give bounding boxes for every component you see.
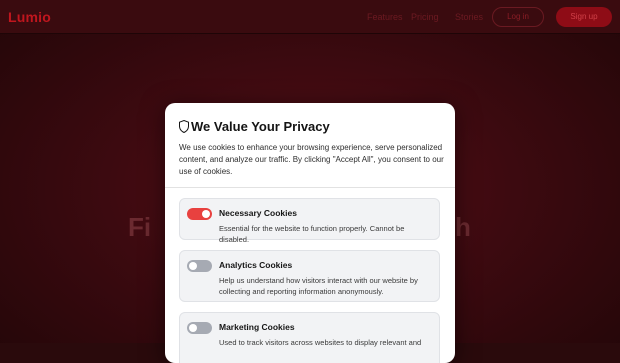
modal-description: We use cookies to enhance your browsing … (179, 143, 444, 176)
nav-link-pricing[interactable]: Pricing (411, 12, 439, 22)
nav-link-stories[interactable]: Stories (455, 12, 483, 22)
cookie-option-necessary: Necessary Cookies Essential for the webs… (179, 198, 440, 244)
site-logo: Lumio (8, 9, 51, 25)
option-title: Necessary Cookies (219, 208, 297, 218)
necessary-cookies-toggle[interactable] (187, 208, 212, 220)
login-button[interactable]: Log in (492, 7, 544, 27)
shield-icon (179, 120, 189, 133)
modal-title: We Value Your Privacy (191, 119, 330, 134)
cookie-option-marketing: Marketing Cookies Used to track visitors… (179, 312, 440, 363)
option-description: Help us understand how visitors interact… (219, 276, 418, 296)
marketing-cookies-toggle[interactable] (187, 322, 212, 334)
signup-button[interactable]: Sign up (556, 7, 612, 27)
top-nav: Lumio Features Pricing Stories Log in Si… (0, 0, 620, 34)
modal-header: We Value Your Privacy (179, 119, 441, 137)
option-description: Essential for the website to function pr… (219, 224, 405, 244)
toggle-knob (189, 324, 197, 332)
modal-divider (165, 187, 455, 188)
hero-heading: Fi (128, 212, 152, 242)
hero-heading-tail: h (455, 212, 471, 242)
cookie-option-analytics: Analytics Cookies Help us understand how… (179, 250, 440, 302)
option-title: Marketing Cookies (219, 322, 295, 332)
analytics-cookies-toggle[interactable] (187, 260, 212, 272)
nav-link-features[interactable]: Features (367, 12, 403, 22)
toggle-knob (189, 262, 197, 270)
option-title: Analytics Cookies (219, 260, 293, 270)
cookie-consent-modal: We Value Your Privacy We use cookies to … (165, 103, 455, 363)
toggle-knob (202, 210, 210, 218)
